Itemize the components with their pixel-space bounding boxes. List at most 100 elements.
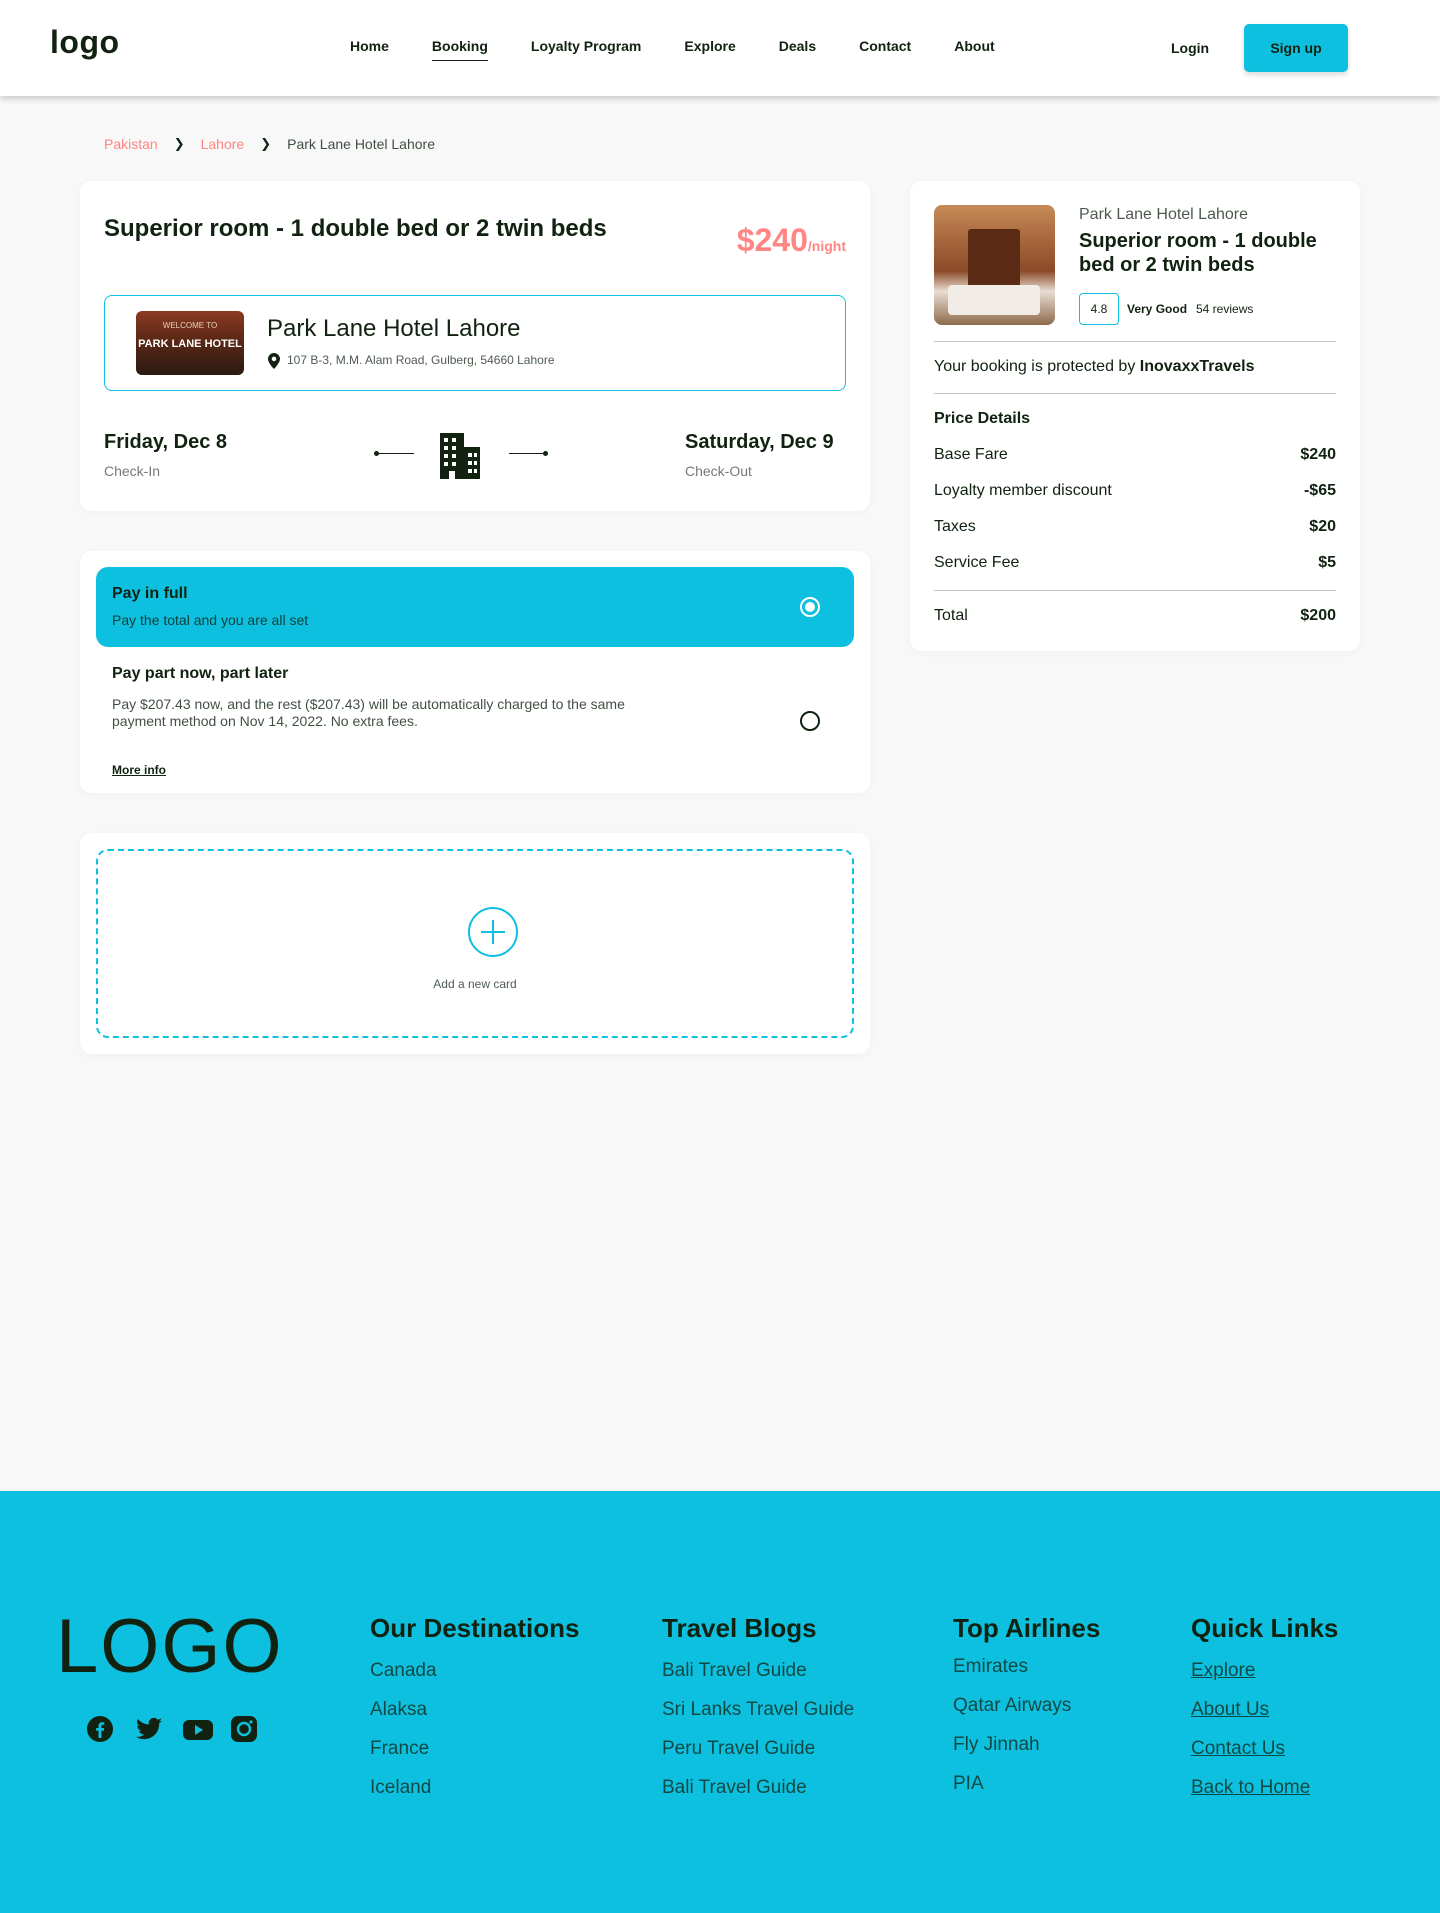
footer-column-title: Top Airlines [953, 1613, 1101, 1643]
facebook-icon[interactable] [86, 1715, 116, 1745]
summary-hotel-name: Park Lane Hotel Lahore [1079, 206, 1248, 223]
pay-part-description-line1: Pay $207.43 now, and the rest ($207.43) … [112, 696, 625, 712]
review-count[interactable]: 54 reviews [1196, 302, 1253, 316]
pay-in-full-radio[interactable] [800, 597, 820, 617]
footer-link[interactable]: Bali Travel Guide [662, 1660, 854, 1699]
price-row-total: Total $200 [934, 607, 1336, 625]
price-row-value: $240 [1300, 446, 1336, 463]
site-logo[interactable]: logo [50, 24, 120, 61]
footer-link[interactable]: Emirates [953, 1656, 1100, 1695]
footer-column-title: Our Destinations [370, 1613, 580, 1643]
thumbnail-sign-top: WELCOME TO [162, 321, 218, 330]
add-card-section: Add a new card [80, 833, 870, 1054]
footer-logo[interactable]: LOGO [56, 1603, 284, 1690]
location-pin-icon [268, 353, 280, 369]
nav-deals[interactable]: Deals [779, 38, 816, 61]
price-row-taxes: Taxes $20 [934, 518, 1336, 536]
hotel-address: 107 B-3, M.M. Alam Road, Gulberg, 54660 … [287, 353, 555, 367]
price-details-title: Price Details [934, 410, 1031, 427]
pay-in-full-option[interactable]: Pay in full Pay the total and you are al… [96, 567, 854, 647]
price-row-value: -$65 [1303, 482, 1336, 499]
footer-link[interactable]: Iceland [370, 1777, 579, 1816]
timeline-line [376, 453, 414, 454]
pay-part-radio[interactable] [800, 711, 820, 731]
footer-link[interactable]: Back to Home [1191, 1777, 1338, 1816]
checkin-label: Check-In [104, 463, 161, 479]
hotel-info-box[interactable]: WELCOME TO PARK LANE HOTEL Park Lane Hot… [104, 295, 846, 391]
footer-link[interactable]: Canada [370, 1660, 579, 1699]
total-value: $200 [1300, 607, 1336, 624]
nav-booking[interactable]: Booking [431, 38, 488, 61]
nav-explore[interactable]: Explore [684, 38, 735, 61]
footer-destinations-column: Our Destinations Canada Alaksa France Ic… [370, 1613, 579, 1816]
price-row-base-fare: Base Fare $240 [934, 446, 1336, 464]
checkout-label: Check-Out [685, 463, 752, 479]
room-title: Superior room - 1 double bed or 2 twin b… [104, 215, 607, 242]
nav-about[interactable]: About [954, 38, 994, 61]
checkin-date: Friday, Dec 8 [104, 431, 228, 453]
divider [934, 393, 1336, 394]
signup-button[interactable]: Sign up [1244, 24, 1348, 72]
footer-link[interactable]: Qatar Airways [953, 1695, 1100, 1734]
room-price: $240/night [737, 222, 846, 259]
footer-column-title: Travel Blogs [662, 1613, 817, 1643]
protection-brand: InovaxxTravels [1139, 358, 1255, 375]
footer-link[interactable]: Sri Lanks Travel Guide [662, 1699, 854, 1738]
footer-link[interactable]: PIA [953, 1773, 1100, 1812]
nav-contact[interactable]: Contact [859, 38, 911, 61]
booking-summary-card: Park Lane Hotel Lahore Superior room - 1… [910, 181, 1360, 651]
footer-link[interactable]: Bali Travel Guide [662, 1777, 854, 1816]
price-row-label: Taxes [934, 518, 976, 535]
main-menu: Home Booking Loyalty Program Explore Dea… [350, 38, 1038, 61]
room-card: Superior room - 1 double bed or 2 twin b… [80, 181, 870, 511]
breadcrumb-current: Park Lane Hotel Lahore [287, 136, 435, 152]
add-new-card-label: Add a new card [433, 977, 517, 991]
hotel-thumbnail: WELCOME TO PARK LANE HOTEL [136, 311, 244, 375]
footer-link[interactable]: Contact Us [1191, 1738, 1338, 1777]
login-link[interactable]: Login [1171, 40, 1209, 56]
building-icon [440, 433, 480, 479]
divider [934, 590, 1336, 591]
instagram-icon[interactable] [230, 1715, 260, 1745]
price-row-value: $20 [1309, 518, 1336, 535]
price-row-loyalty-discount: Loyalty member discount -$65 [934, 482, 1336, 500]
room-photo-headboard [968, 229, 1020, 287]
chevron-right-icon: ❯ [260, 136, 272, 151]
price-row-label: Service Fee [934, 554, 1020, 571]
footer-link[interactable]: Explore [1191, 1660, 1338, 1699]
footer-column-title: Quick Links [1191, 1613, 1339, 1643]
breadcrumb-pakistan[interactable]: Pakistan [104, 136, 158, 152]
footer-link[interactable]: Alaksa [370, 1699, 579, 1738]
nav-home[interactable]: Home [350, 38, 389, 61]
pay-in-full-title: Pay in full [112, 585, 188, 602]
footer-link[interactable]: France [370, 1738, 579, 1777]
site-footer: LOGO Our Destinations Canada Alaksa Fran… [0, 1491, 1440, 1913]
payment-options-card: Pay in full Pay the total and you are al… [80, 551, 870, 793]
footer-link[interactable]: Peru Travel Guide [662, 1738, 854, 1777]
footer-blogs-column: Travel Blogs Bali Travel Guide Sri Lanks… [662, 1613, 854, 1816]
youtube-icon[interactable] [182, 1715, 213, 1745]
nav-loyalty-program[interactable]: Loyalty Program [531, 38, 641, 61]
footer-link[interactable]: About Us [1191, 1699, 1338, 1738]
twitter-icon[interactable] [134, 1715, 164, 1745]
plus-circle-icon [468, 907, 518, 957]
footer-quick-links-column: Quick Links Explore About Us Contact Us … [1191, 1613, 1338, 1816]
breadcrumb-lahore[interactable]: Lahore [201, 136, 245, 152]
top-navbar: logo Home Booking Loyalty Program Explor… [0, 0, 1440, 96]
protection-prefix: Your booking is protected by [934, 358, 1136, 375]
rating-label: Very Good [1127, 302, 1188, 316]
price-amount: $240 [736, 222, 808, 258]
breadcrumb: Pakistan ❯ Lahore ❯ Park Lane Hotel Laho… [104, 136, 435, 152]
footer-link[interactable]: Fly Jinnah [953, 1734, 1100, 1773]
summary-room-title: Superior room - 1 double bed or 2 twin b… [1079, 230, 1317, 276]
more-info-link[interactable]: More info [112, 763, 166, 777]
price-per-night: /night [807, 238, 846, 254]
price-row-label: Loyalty member discount [934, 482, 1112, 499]
checkout-date: Saturday, Dec 9 [685, 431, 834, 453]
chevron-right-icon: ❯ [173, 136, 185, 151]
social-links [86, 1715, 278, 1745]
price-row-label: Base Fare [934, 446, 1008, 463]
add-new-card-button[interactable]: Add a new card [96, 849, 854, 1038]
timeline-line [509, 453, 547, 454]
footer-airlines-column: Top Airlines Emirates Qatar Airways Fly … [953, 1613, 1100, 1812]
